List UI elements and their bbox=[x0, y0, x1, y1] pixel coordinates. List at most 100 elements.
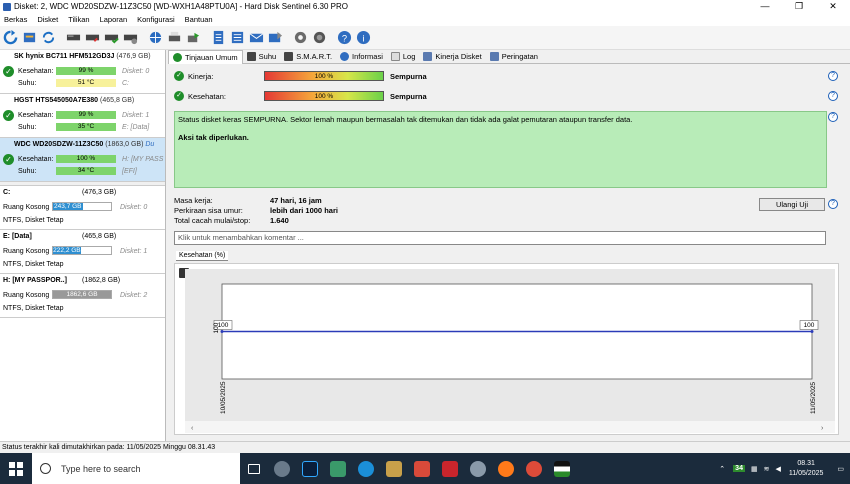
menu-konfigurasi[interactable]: Konfigurasi bbox=[137, 15, 175, 24]
tab-alerts[interactable]: Peringatan bbox=[486, 50, 542, 64]
retest-button[interactable]: Ulangi Uji bbox=[759, 198, 825, 211]
disk-test-icon[interactable] bbox=[84, 29, 101, 46]
health-chart: 10010/05/202510011/05/2025100 ‹ › bbox=[185, 269, 835, 433]
partition-disk: Disket: 0 bbox=[120, 204, 148, 211]
refresh-icon[interactable] bbox=[2, 29, 19, 46]
partition-size: (465,8 GB) bbox=[82, 233, 117, 240]
disk-name: WDC WD20SDZW-11Z3C50 bbox=[14, 141, 104, 148]
health-label: Kesehatan: bbox=[188, 91, 226, 101]
health-word: Sempurna bbox=[390, 91, 427, 101]
help-icon[interactable]: ? bbox=[336, 29, 353, 46]
report-icon[interactable] bbox=[210, 29, 227, 46]
comment-input[interactable]: Klik untuk menambahkan komentar ... bbox=[174, 231, 826, 245]
partition-entry-2[interactable]: H: [MY PASSPOR..] (1862,8 GB) Ruang Koso… bbox=[0, 274, 165, 318]
photoshop-icon[interactable] bbox=[296, 453, 324, 484]
drive-letter: E: [Data] bbox=[122, 123, 150, 131]
chart-icon bbox=[423, 52, 433, 61]
disk-entry-1[interactable]: HGST HTS545050A7E380 (465,8 GB) ✓ Keseha… bbox=[0, 94, 165, 138]
app-icon-flag[interactable] bbox=[548, 453, 576, 484]
disk-entry-0[interactable]: SK hynix BC711 HFM512GD3J (476,9 GB) ✓ K… bbox=[0, 50, 165, 94]
partition-entry-0[interactable]: C: (476,3 GB) Ruang Kosong 243,7 GB Disk… bbox=[0, 186, 165, 230]
chevron-up-icon[interactable]: ⌃ bbox=[719, 465, 725, 473]
status-text: Status disket keras SEMPURNA. Sektor lem… bbox=[178, 115, 633, 124]
menu-laporan[interactable]: Laporan bbox=[100, 15, 128, 24]
tab-temperature[interactable]: Suhu bbox=[243, 50, 281, 64]
export-icon[interactable] bbox=[185, 29, 202, 46]
printer-icon[interactable] bbox=[166, 29, 183, 46]
temp-bar: 34 °C bbox=[56, 167, 116, 175]
partition-entry-1[interactable]: E: [Data] (465,8 GB) Ruang Kosong 222,2 … bbox=[0, 230, 165, 274]
system-tray: ⌃ 34 ▦ ≋ ◀ 08.31 11/05/2025 ▭ bbox=[719, 453, 850, 484]
tab-smart[interactable]: S.M.A.R.T. bbox=[280, 50, 336, 64]
app-icon-image[interactable] bbox=[380, 453, 408, 484]
acrobat-icon[interactable] bbox=[436, 453, 464, 484]
menu-tilikan[interactable]: Tilikan bbox=[68, 15, 89, 24]
app-icon-media[interactable] bbox=[408, 453, 436, 484]
partition-size: (476,3 GB) bbox=[82, 189, 117, 196]
network-icon[interactable]: ▦ bbox=[751, 465, 758, 473]
help-icon[interactable]: ? bbox=[828, 71, 838, 81]
tab-overview[interactable]: Tinjauan Umum bbox=[168, 49, 243, 64]
app-icon-green[interactable] bbox=[324, 453, 352, 484]
sound-icon[interactable] bbox=[311, 29, 328, 46]
notification-icon[interactable]: ▭ bbox=[837, 465, 844, 473]
disk-icon bbox=[284, 52, 294, 61]
menu-berkas[interactable]: Berkas bbox=[4, 15, 27, 24]
report-list-icon[interactable] bbox=[229, 29, 246, 46]
performance-label: Kinerja: bbox=[188, 71, 214, 81]
menu-disket[interactable]: Disket bbox=[37, 15, 58, 24]
info-icon bbox=[340, 52, 350, 61]
ok-check-icon: ✓ bbox=[3, 110, 14, 121]
refresh-all-icon[interactable] bbox=[21, 29, 38, 46]
disk-number: H: [MY PASS bbox=[122, 155, 164, 163]
minimize-button[interactable]: — bbox=[748, 0, 782, 13]
tab-bar: Tinjauan Umum Suhu S.M.A.R.T. Informasi … bbox=[168, 49, 850, 64]
volume-icon[interactable]: ◀ bbox=[775, 465, 780, 473]
sync-icon[interactable] bbox=[40, 29, 57, 46]
ok-check-icon: ✓ bbox=[3, 154, 14, 165]
help-icon[interactable]: ? bbox=[828, 91, 838, 101]
mail-icon[interactable] bbox=[248, 29, 265, 46]
gear-icon[interactable] bbox=[292, 29, 309, 46]
task-view-icon[interactable] bbox=[240, 453, 268, 484]
free-space-bar: 243,7 GB bbox=[53, 203, 83, 210]
help-icon[interactable]: ? bbox=[828, 112, 838, 122]
close-button[interactable]: ✕ bbox=[816, 0, 850, 13]
filesystem: NTFS, Disket Tetap bbox=[3, 217, 64, 224]
wifi-icon[interactable]: ≋ bbox=[764, 465, 770, 473]
disk-number: Disket: 1 bbox=[122, 111, 150, 119]
firefox-icon[interactable] bbox=[492, 453, 520, 484]
app-icon-disk[interactable] bbox=[464, 453, 492, 484]
tab-disk-performance[interactable]: Kinerja Disket bbox=[419, 50, 485, 64]
health-bar: 100 % bbox=[264, 91, 384, 101]
disk-settings-icon[interactable] bbox=[122, 29, 139, 46]
window-title: Disket: 2, WDC WD20SDZW-11Z3C50 [WD-WXH1… bbox=[14, 2, 349, 11]
clock[interactable]: 08.31 11/05/2025 bbox=[789, 459, 824, 479]
health-data-point bbox=[220, 330, 224, 333]
help-icon[interactable]: ? bbox=[828, 199, 838, 209]
x-tick-label: 10/05/2025 bbox=[220, 381, 227, 414]
app-icon-sentinel[interactable] bbox=[268, 453, 296, 484]
partition-disk: Disket: 2 bbox=[120, 292, 148, 299]
disk-entry-2[interactable]: WDC WD20SDZW-11Z3C50 (1863,0 GB) Du ✓ Ke… bbox=[0, 138, 165, 182]
partition-disk: Disket: 1 bbox=[120, 248, 148, 255]
disk-name: SK hynix BC711 HFM512GD3J bbox=[14, 53, 115, 60]
maximize-button[interactable]: ❐ bbox=[782, 0, 816, 13]
globe-icon[interactable] bbox=[147, 29, 164, 46]
chart-tab-health[interactable]: Kesehatan (%) bbox=[176, 251, 229, 261]
disk-list-panel: SK hynix BC711 HFM512GD3J (476,9 GB) ✓ K… bbox=[0, 50, 166, 441]
free-space-label: Ruang Kosong bbox=[3, 204, 50, 211]
disk-check-icon[interactable] bbox=[103, 29, 120, 46]
chrome-icon[interactable] bbox=[520, 453, 548, 484]
info-icon[interactable]: i bbox=[355, 29, 372, 46]
mail-send-icon[interactable] bbox=[267, 29, 284, 46]
tab-log[interactable]: Log bbox=[387, 50, 420, 64]
title-bar: Disket: 2, WDC WD20SDZW-11Z3C50 [WD-WXH1… bbox=[0, 0, 850, 13]
edge-icon[interactable] bbox=[352, 453, 380, 484]
temperature-badge[interactable]: 34 bbox=[733, 465, 745, 472]
windows-start-icon[interactable] bbox=[0, 453, 32, 484]
disk-icon[interactable] bbox=[65, 29, 82, 46]
taskbar-search[interactable]: Type here to search bbox=[32, 453, 240, 484]
tab-information[interactable]: Informasi bbox=[336, 50, 387, 64]
menu-bantuan[interactable]: Bantuan bbox=[185, 15, 213, 24]
